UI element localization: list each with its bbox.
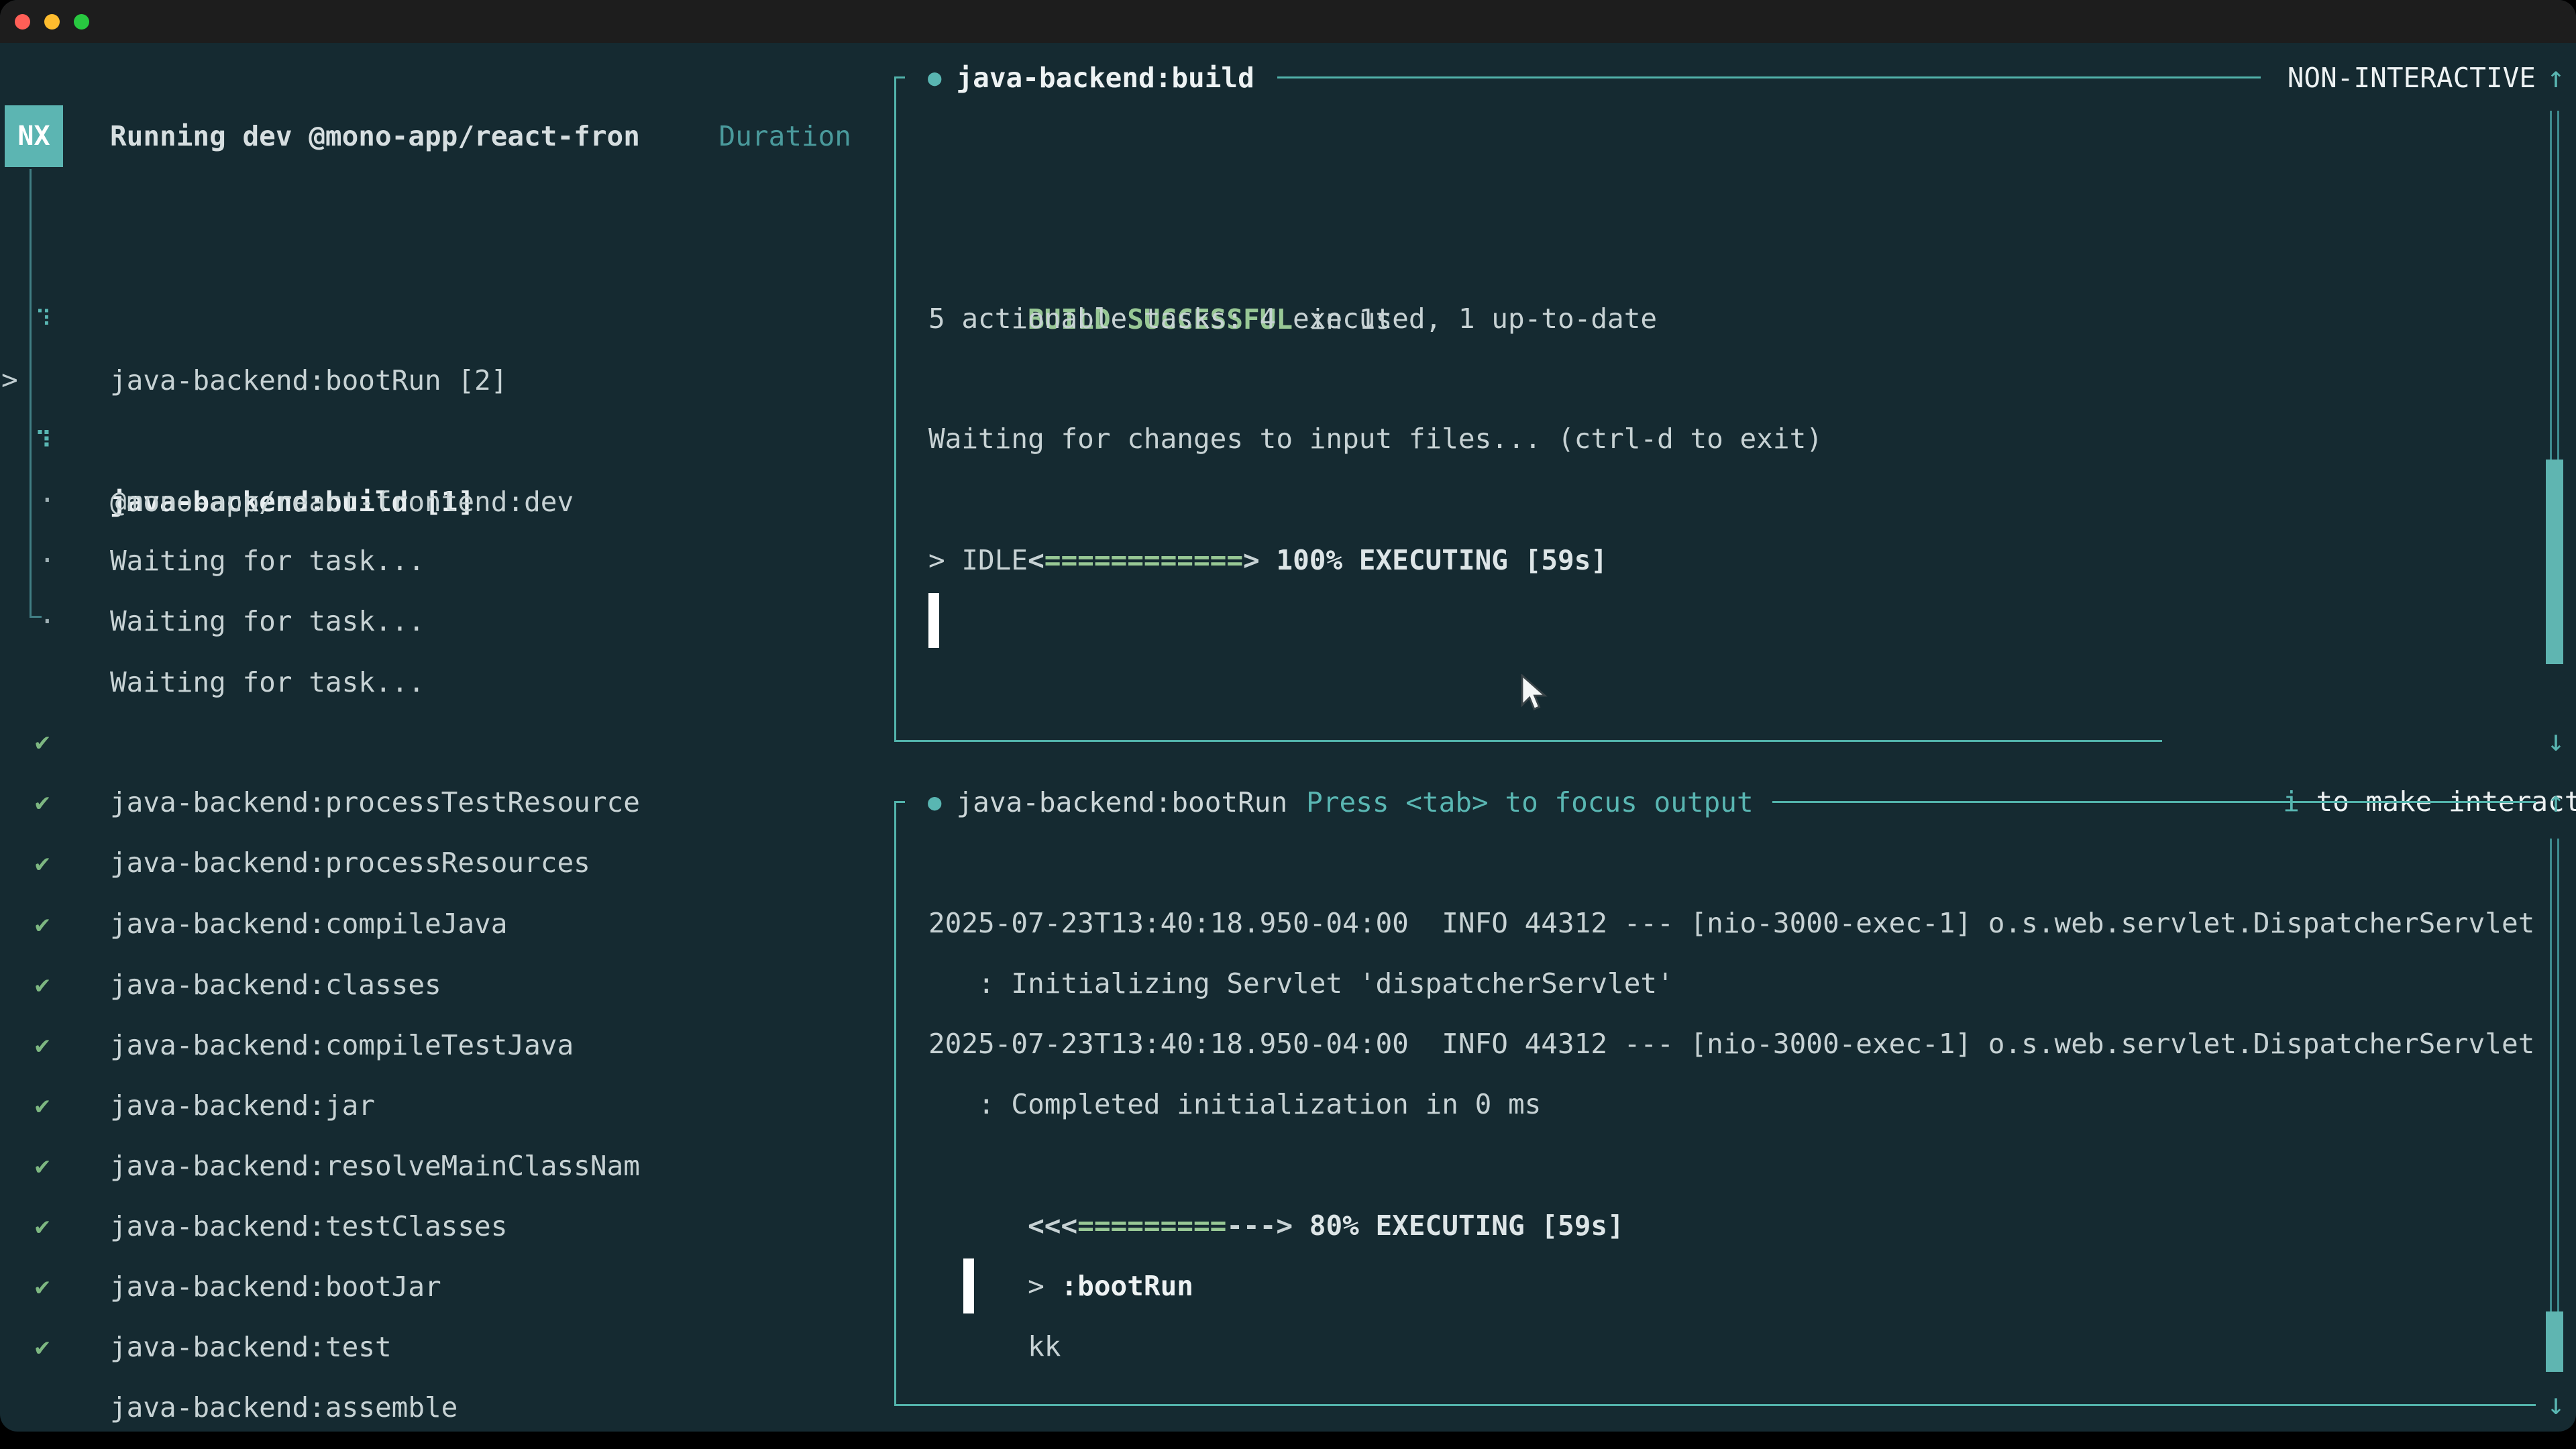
- typed-input-text: kk: [1028, 1330, 1061, 1362]
- build-progress-line: <============> 100% EXECUTING [59s]: [928, 469, 1607, 530]
- duration-column-header: Duration: [719, 106, 851, 167]
- task-row-completed[interactable]: ✔ java-backend:assemble 774ms: [0, 1255, 892, 1316]
- bootrun-panel-header: ● java-backend:bootRun Press <tab> to fo…: [894, 771, 2536, 833]
- pagination: ← 1/2 →: [23, 1375, 238, 1432]
- actionable-tasks-line: 5 actionable tasks: 4 executed, 1 up-to-…: [928, 288, 1657, 350]
- task-row-react-dev[interactable]: ⠹ @mono-app/react-frontend:dev Continuou…: [0, 350, 892, 411]
- border-stub: [894, 76, 905, 78]
- task-name: Waiting for task...: [110, 591, 425, 652]
- task-name: java-backend:test: [110, 1317, 392, 1378]
- task-list-title: Running dev @mono-app/react-fron: [110, 106, 640, 167]
- build-panel-title: java-backend:build: [956, 62, 1254, 94]
- maximize-window-button[interactable]: [74, 14, 89, 30]
- task-row-waiting[interactable]: · Waiting for task...: [0, 409, 892, 470]
- task-row-waiting[interactable]: · Waiting for task...: [0, 530, 892, 591]
- log-line: 2025-07-23T13:40:18.950-04:00 INFO 44312…: [928, 893, 2534, 954]
- scrollbar-track[interactable]: [2550, 111, 2552, 460]
- task-row-completed[interactable]: ✔ java-backend:compileJava 4.3s: [0, 771, 892, 833]
- mouse-cursor: [1519, 674, 1550, 714]
- titlebar: [0, 0, 2576, 43]
- waiting-changes-line: Waiting for changes to input files... (c…: [928, 409, 1823, 470]
- task-row-build-selected[interactable]: > ⠹ java-backend:build [1] Continuous: [0, 288, 892, 350]
- keybind-hints: quit: q help: ?: [481, 1375, 845, 1432]
- task-row-completed[interactable]: ✔ java-backend:bootJar 1.1s: [0, 1134, 892, 1195]
- bootrun-panel-title: java-backend:bootRun: [956, 786, 1287, 818]
- progress-close: >: [1243, 544, 1276, 576]
- scrollbar-thumb[interactable]: [2546, 1311, 2563, 1372]
- task-row-waiting[interactable]: · Waiting for task...: [0, 469, 892, 530]
- progress-label: 100% EXECUTING [59s]: [1276, 544, 1607, 576]
- scrollbar-track[interactable]: [2557, 111, 2559, 460]
- gradle-task-name: :bootRun: [1061, 1270, 1193, 1302]
- close-window-button[interactable]: [15, 14, 30, 30]
- scroll-up-icon[interactable]: ↑: [2536, 771, 2576, 833]
- pending-bullet-icon: ·: [39, 591, 56, 652]
- progress-label: 80% EXECUTING [59s]: [1309, 1210, 1624, 1242]
- gradle-task-line: > :bootRun: [928, 1195, 1193, 1256]
- idle-line: > IDLE: [928, 530, 1028, 591]
- build-panel-header: ● java-backend:build NON-INTERACTIVE: [894, 47, 2536, 108]
- scrollbar-track[interactable]: [2557, 839, 2559, 1311]
- bootrun-progress-line: <<<=========---> 80% EXECUTING [59s]: [928, 1134, 1624, 1195]
- border-line: [1277, 76, 2261, 78]
- progress-close: --->: [1226, 1210, 1309, 1242]
- scroll-down-icon[interactable]: ↓: [2536, 1374, 2576, 1432]
- build-panel-bottom-border: [894, 740, 2162, 742]
- border-stub: [894, 801, 905, 803]
- task-bullet-icon: ●: [905, 64, 956, 91]
- task-bullet-icon: ●: [905, 789, 956, 816]
- focus-output-hint: Press <tab> to focus output: [1306, 786, 1753, 818]
- progress-bar: ============: [1044, 544, 1243, 576]
- task-row-completed[interactable]: ✔ java-backend:processTestResource 889ms: [0, 650, 892, 711]
- task-row-bootrun[interactable]: ⠹ java-backend:bootRun [2] Continuous: [0, 228, 892, 289]
- check-icon: ✔: [35, 1316, 50, 1377]
- log-line: 2025-07-23T13:40:18.950-04:00 INFO 44312…: [928, 1014, 2534, 1075]
- scroll-up-icon[interactable]: ↑: [2536, 47, 2576, 108]
- progress-open: <: [1028, 544, 1044, 576]
- terminal-window: NX Running dev @mono-app/react-fron Dura…: [0, 0, 2576, 1432]
- scrollbar-track[interactable]: [2550, 839, 2552, 1311]
- scroll-down-icon[interactable]: ↓: [2536, 710, 2576, 771]
- task-row-completed[interactable]: ✔ java-backend:jar 1.4s: [0, 953, 892, 1014]
- log-line: : Completed initialization in 0 ms: [928, 1074, 1541, 1135]
- nx-logo: NX: [5, 105, 63, 167]
- scrollbar-thumb[interactable]: [2546, 460, 2563, 664]
- log-line: : Initializing Servlet 'dispatcherServle…: [928, 953, 1674, 1014]
- minimize-window-button[interactable]: [44, 14, 60, 30]
- interactive-hint: i to make interactive: [2184, 710, 2576, 771]
- border-line: [1772, 801, 2536, 803]
- bootrun-panel-bottom-border: [894, 1404, 2536, 1406]
- bootrun-panel-left-border: [894, 802, 896, 1405]
- build-panel-left-border: [894, 77, 896, 741]
- task-row-completed[interactable]: ✔ java-backend:processResources 1.0s: [0, 710, 892, 771]
- build-success-line: BUILD SUCCESSFUL in 1s: [928, 228, 1392, 289]
- task-row-completed[interactable]: ✔ java-backend:resolveMainClassNam 1.5s: [0, 1014, 892, 1075]
- non-interactive-badge: NON-INTERACTIVE: [2261, 62, 2536, 94]
- terminal-cursor: [963, 1258, 974, 1313]
- task-row-completed[interactable]: ✔ java-backend:test 734ms: [0, 1195, 892, 1256]
- task-row-completed[interactable]: ✔ java-backend:testClasses 1.3s: [0, 1074, 892, 1135]
- task-row-completed[interactable]: ✔ java-backend:classes 1.1s: [0, 833, 892, 894]
- task-row-completed[interactable]: ✔ java-backend:compileTestJava 808ms: [0, 893, 892, 954]
- terminal-cursor: [928, 593, 939, 648]
- typed-input-line[interactable]: kk: [928, 1255, 1061, 1316]
